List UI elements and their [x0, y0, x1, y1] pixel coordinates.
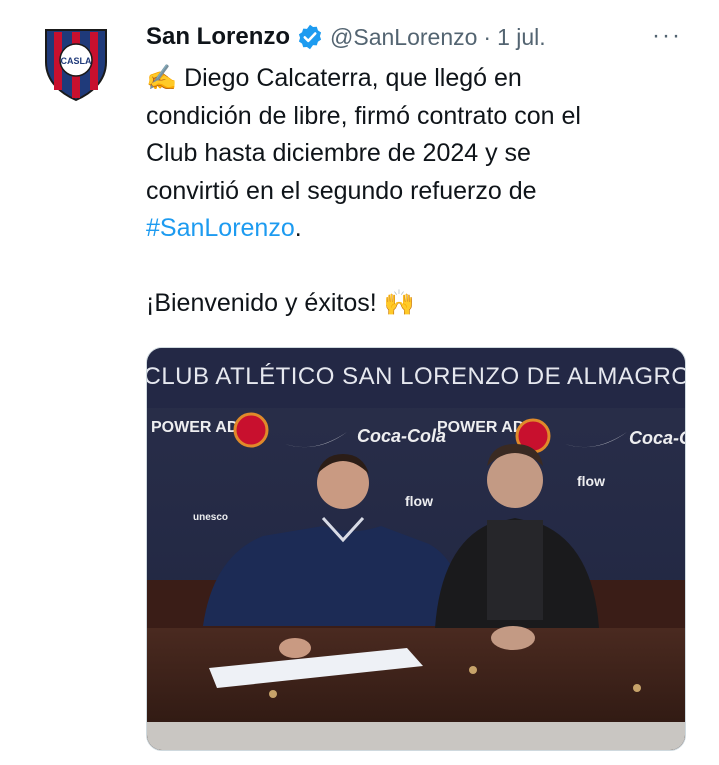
sponsor-logo: Coca-Cola [629, 428, 686, 448]
more-options-icon[interactable]: ··· [652, 22, 682, 50]
tweet-text-line: convirtió en el segundo refuerzo de [146, 176, 537, 205]
sponsor-logo: flow [405, 493, 433, 509]
hashtag-link[interactable]: #SanLorenzo [146, 214, 295, 242]
sponsor-logo: flow [577, 473, 605, 489]
avatar[interactable]: CASLA [40, 24, 112, 102]
verified-badge-icon [298, 24, 322, 50]
banner-text: CLUB ATLÉTICO SAN LORENZO DE ALMAGRO [147, 363, 686, 390]
tweet-date[interactable]: 1 jul. [497, 24, 546, 51]
sponsor-logo: unesco [193, 512, 228, 523]
crest-lettering: CASLA [61, 56, 92, 66]
club-crest-icon: CASLA [45, 29, 107, 102]
tweet-text-line: ✍️ Diego Calcaterra, que llegó en [146, 64, 522, 92]
tweet-text-line: condición de libre, firmó contrato con e… [146, 101, 581, 130]
tweet-photo[interactable]: CLUB ATLÉTICO SAN LORENZO DE ALMAGRO POW… [146, 347, 686, 751]
author-name[interactable]: San Lorenzo [146, 23, 290, 51]
tweet-text-line: Club hasta diciembre de 2024 y se [146, 139, 531, 167]
tweet-text: ✍️ Diego Calcaterra, que llegó en condic… [146, 60, 686, 323]
photo-illustration: CLUB ATLÉTICO SAN LORENZO DE ALMAGRO POW… [147, 348, 686, 750]
sponsor-logo: Coca-Cola [357, 426, 446, 446]
tweet-text-line: #SanLorenzo. [146, 210, 686, 248]
hashtag-suffix: . [294, 214, 302, 242]
header-separator: · [483, 23, 492, 50]
author-handle[interactable]: @SanLorenzo [330, 24, 477, 51]
welcome-line: ¡Bienvenido y éxitos! 🙌 [146, 289, 415, 317]
tweet-header: San Lorenzo @SanLorenzo · 1 jul. [146, 20, 546, 54]
